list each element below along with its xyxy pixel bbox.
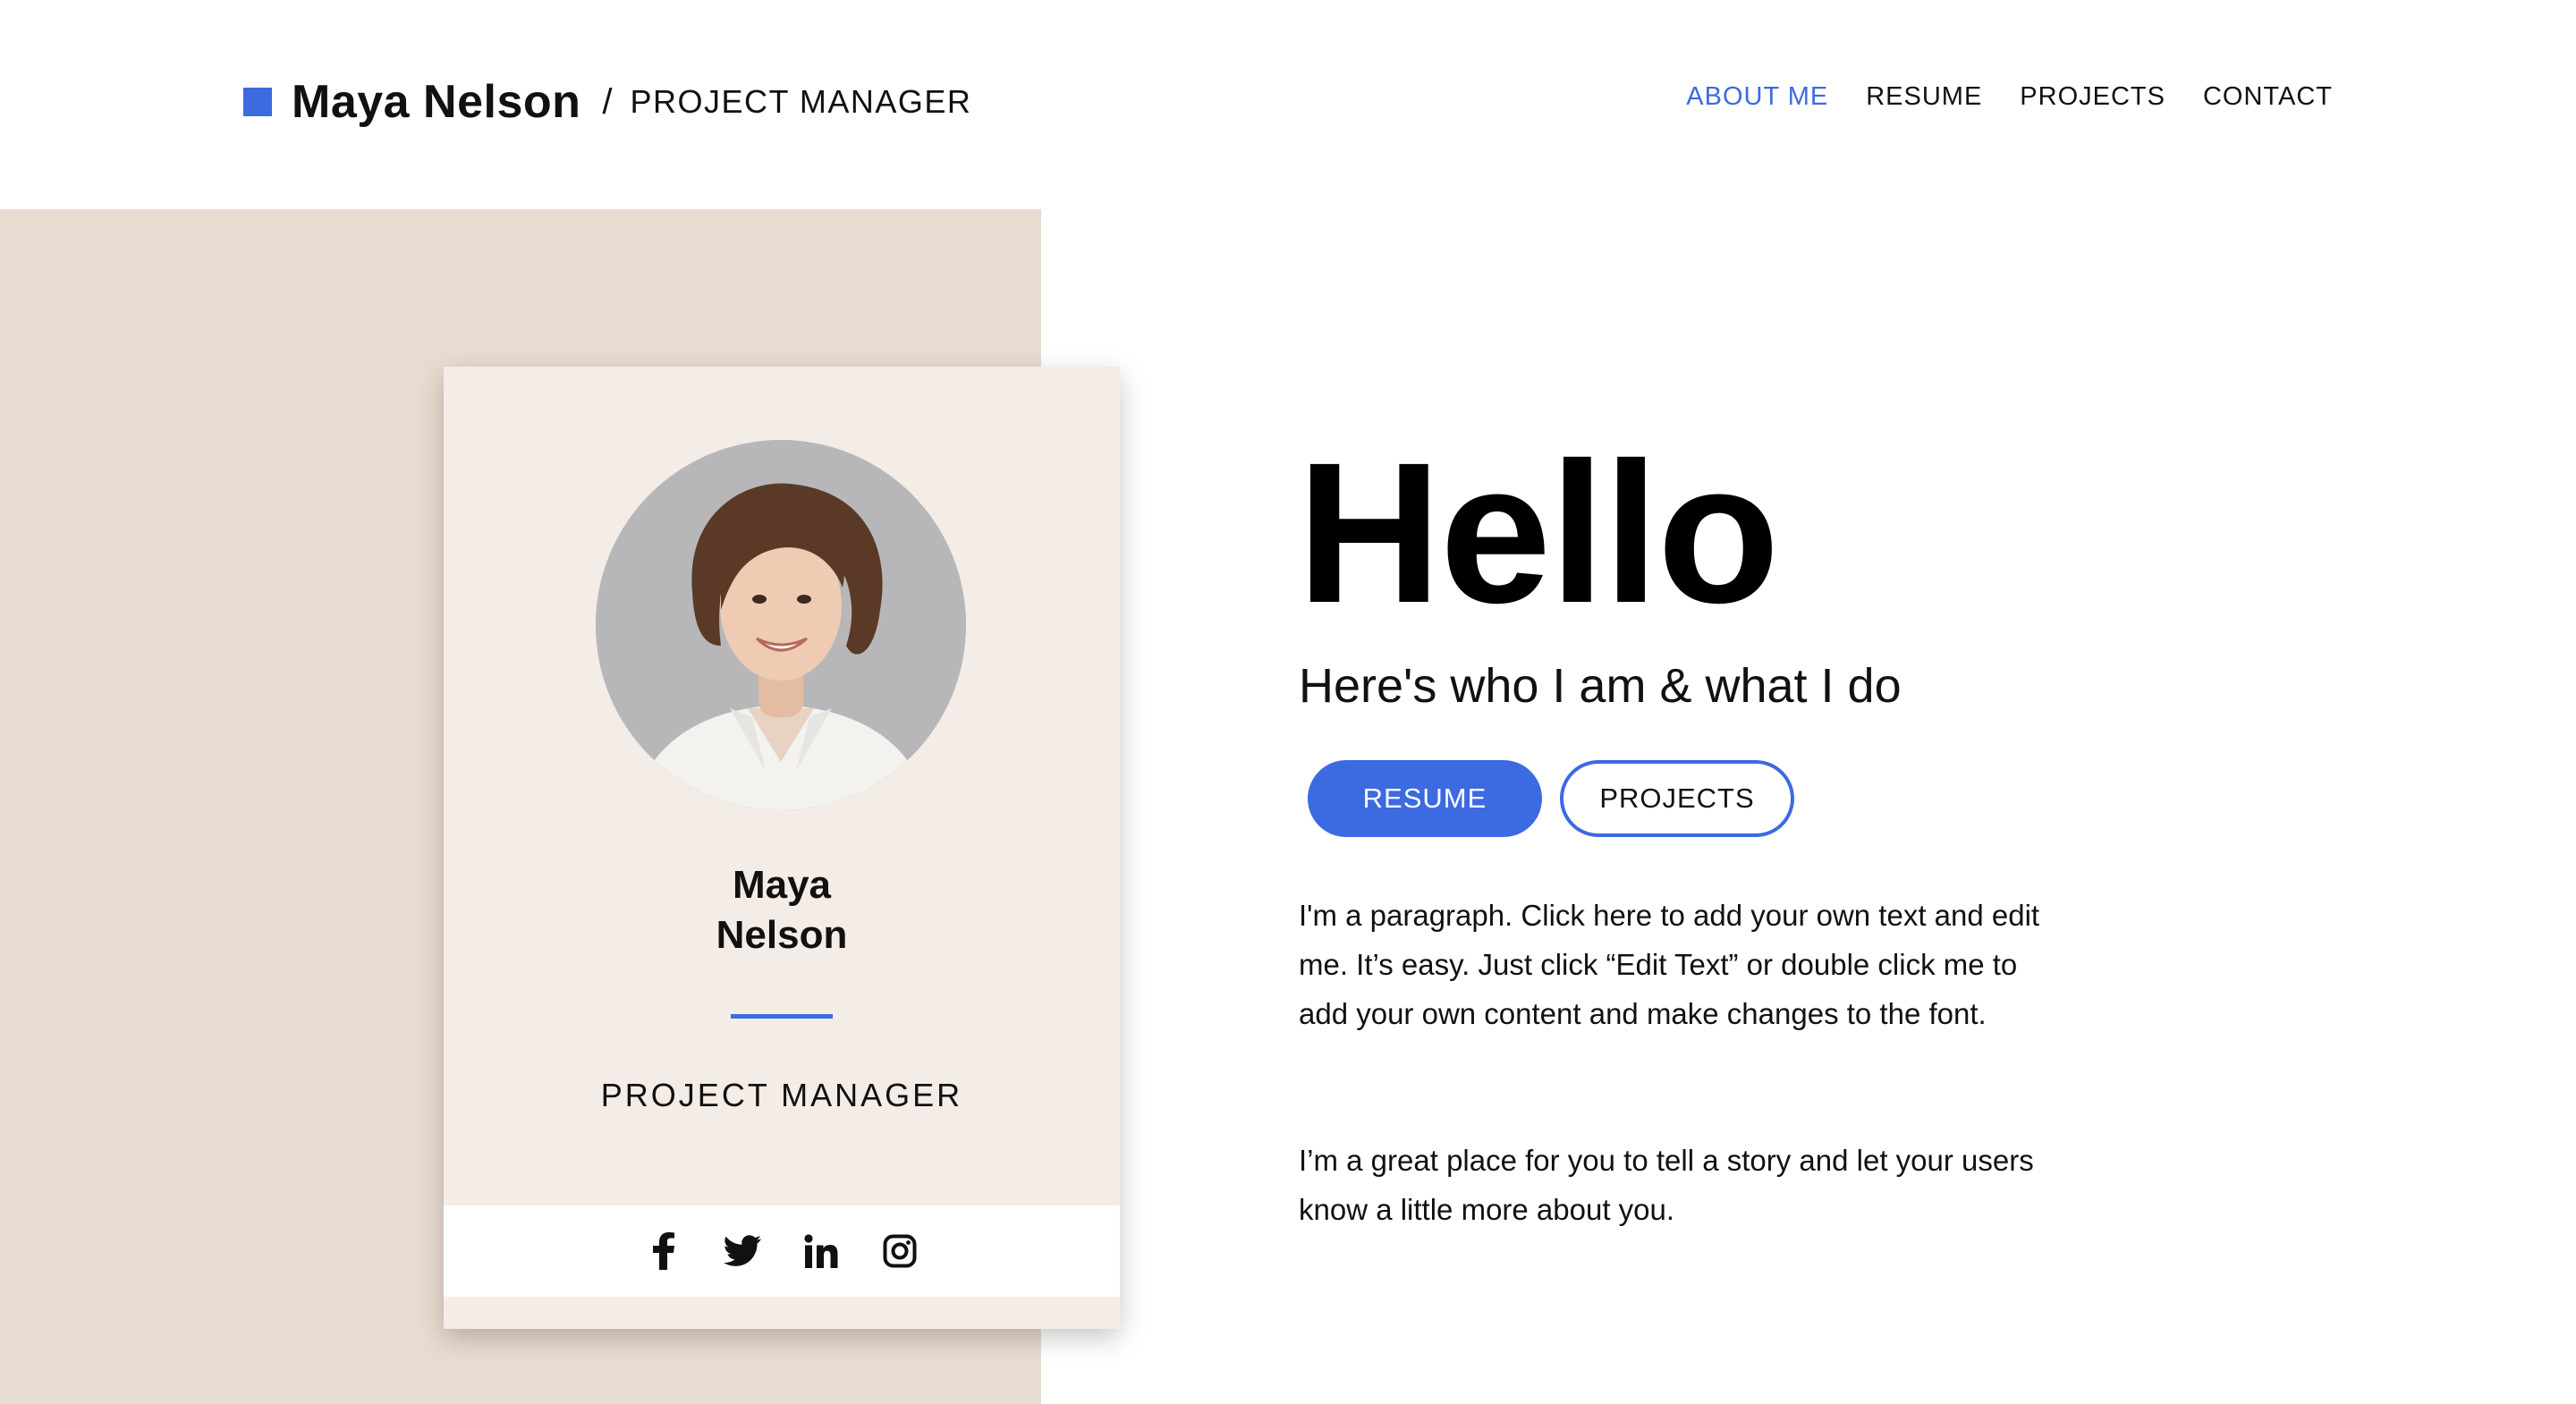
hero-subtitle: Here's who I am & what I do <box>1299 659 1902 713</box>
nav-about-me[interactable]: ABOUT ME <box>1686 82 1828 112</box>
card-role: PROJECT MANAGER <box>600 1077 963 1113</box>
projects-button[interactable]: PROJECTS <box>1560 760 1794 837</box>
nav-projects[interactable]: PROJECTS <box>2020 82 2165 112</box>
card-name: Maya Nelson <box>444 860 1120 960</box>
nav-contact[interactable]: CONTACT <box>2203 82 2333 112</box>
card-divider <box>731 1014 833 1019</box>
brand-title: PROJECT MANAGER <box>630 83 972 120</box>
intro-paragraph-1: I'm a paragraph. Click here to add your … <box>1299 899 2040 1030</box>
avatar <box>596 440 966 810</box>
hero-heading: Hello <box>1297 421 1780 645</box>
brand-logo-square <box>243 88 272 116</box>
card-name-last: Nelson <box>716 913 848 957</box>
brand[interactable]: Maya Nelson / PROJECT MANAGER <box>243 70 971 134</box>
card-name-first: Maya <box>732 863 832 907</box>
brand-separator: / <box>602 81 613 122</box>
avatar-portrait <box>596 440 966 810</box>
main-nav: ABOUT ME RESUME PROJECTS CONTACT <box>1686 82 2333 112</box>
facebook-icon[interactable] <box>644 1231 683 1271</box>
twitter-icon[interactable] <box>723 1231 762 1271</box>
instagram-icon[interactable] <box>880 1231 919 1271</box>
intro-paragraph-2: I’m a great place for you to tell a stor… <box>1299 1144 2034 1226</box>
site-header: Maya Nelson / PROJECT MANAGER ABOUT ME R… <box>0 0 2576 207</box>
brand-name: Maya Nelson <box>292 76 581 128</box>
resume-button[interactable]: RESUME <box>1308 760 1542 837</box>
social-bar <box>444 1205 1120 1297</box>
nav-resume[interactable]: RESUME <box>1866 82 1982 112</box>
linkedin-icon[interactable] <box>801 1231 841 1271</box>
profile-card: Maya Nelson PROJECT MANAGER <box>444 367 1120 1329</box>
